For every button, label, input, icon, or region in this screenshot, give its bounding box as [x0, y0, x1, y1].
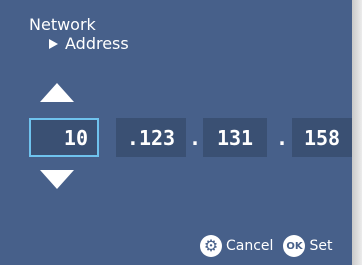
set-label[interactable]: Set	[309, 238, 332, 254]
play-icon	[49, 39, 58, 49]
ok-icon[interactable]: OK	[283, 235, 306, 257]
octet-field-3[interactable]: 131	[203, 118, 267, 157]
octet-field-2[interactable]: .123	[116, 118, 186, 157]
triangle-down-icon[interactable]	[40, 170, 74, 189]
page-title: Network	[29, 15, 96, 34]
octet-field-1[interactable]: 10	[29, 118, 99, 157]
octet-separator: .	[189, 126, 202, 150]
breadcrumb-label: Address	[65, 34, 129, 53]
cancel-label[interactable]: Cancel	[226, 238, 273, 254]
triangle-up-icon[interactable]	[40, 83, 74, 102]
octet-field-4[interactable]: 158	[292, 118, 352, 157]
octet-separator: .	[276, 126, 289, 150]
network-address-screen: Network Address 10 .123 . 131 . 158 ⚙ Ca…	[0, 0, 352, 265]
screen-edge	[352, 0, 362, 265]
gear-icon[interactable]: ⚙	[200, 235, 222, 257]
breadcrumb: Address	[49, 35, 129, 53]
footer-hints: ⚙ Cancel OK Set	[200, 235, 332, 257]
